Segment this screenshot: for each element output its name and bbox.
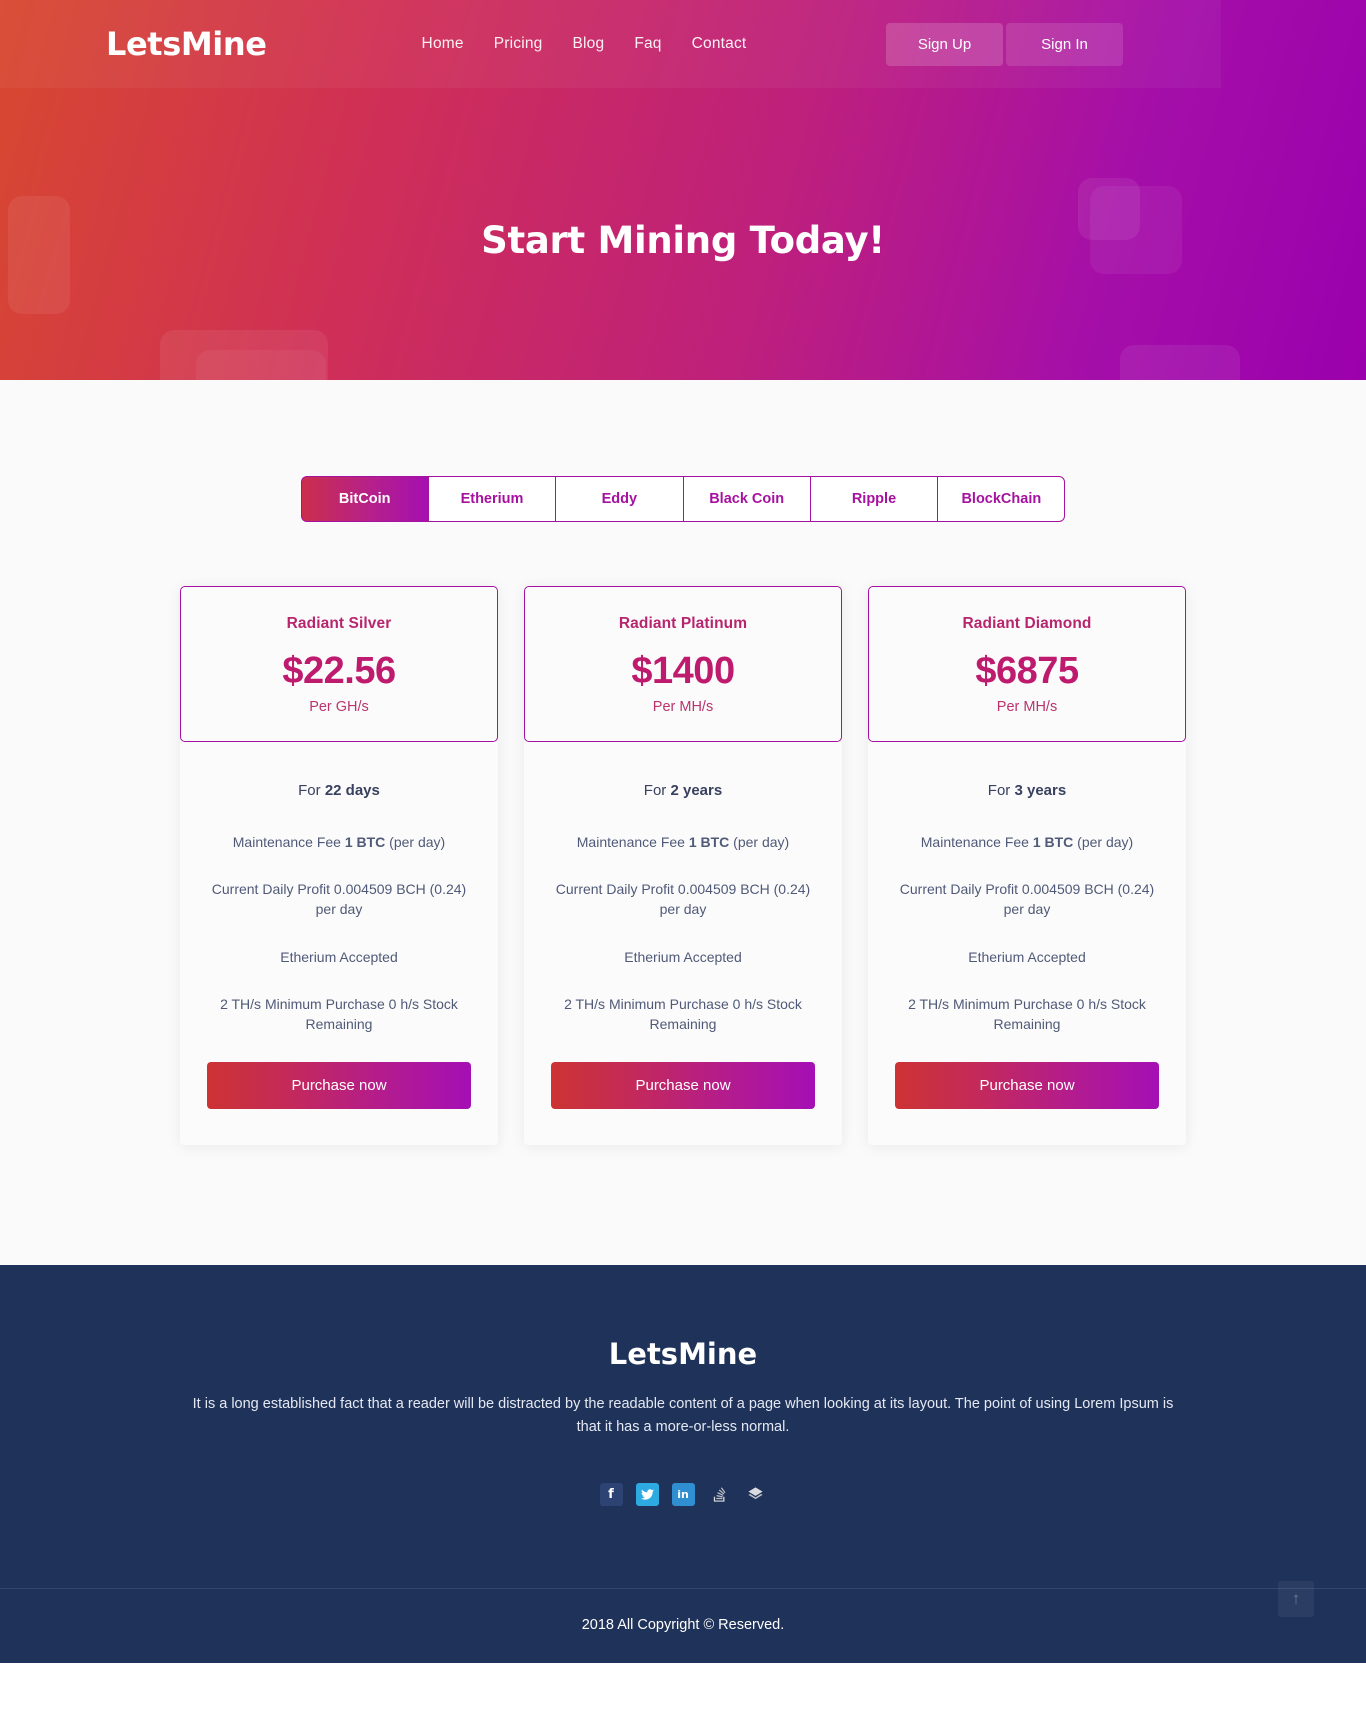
back-to-top-button[interactable]: ↑	[1278, 1580, 1314, 1617]
nav-item-faq[interactable]: Faq	[634, 35, 661, 53]
fee-suffix: (per day)	[385, 833, 446, 850]
plan-stock: 2 TH/s Minimum Purchase 0 h/s Stock Rema…	[220, 995, 458, 1033]
duration-prefix: For	[643, 782, 671, 799]
plan-accepted: Etherium Accepted	[968, 948, 1086, 965]
navbar: LetsMine Home Pricing Blog Faq Contact S…	[0, 0, 1221, 88]
fee-value: 1 BTC	[1032, 833, 1074, 850]
fee-prefix: Maintenance Fee	[576, 833, 689, 850]
footer-description: It is a long established fact that a rea…	[192, 1395, 1174, 1435]
plan-name: Radiant Silver	[286, 615, 392, 632]
tab-bitcoin[interactable]: BitCoin	[300, 476, 428, 522]
decorative-square	[160, 330, 328, 380]
duration-value: 3 years	[1014, 782, 1067, 799]
layers-glyph	[747, 1487, 763, 1500]
plan-price: $22.56	[282, 650, 396, 692]
pricing-cards: Radiant Silver $22.56 Per GH/s For 22 da…	[0, 586, 1366, 1145]
duration-prefix: For	[298, 782, 325, 799]
duration-prefix: For	[987, 782, 1015, 799]
decorative-square	[1120, 345, 1240, 380]
fee-prefix: Maintenance Fee	[232, 833, 345, 850]
plan-maintenance-fee: Maintenance Fee 1 BTC (per day)	[202, 832, 476, 852]
plan-price: $6875	[975, 650, 1079, 692]
twitter-icon[interactable]	[635, 1482, 659, 1506]
facebook-icon[interactable]: f	[599, 1482, 623, 1506]
dribbble-icon[interactable]	[744, 1483, 767, 1506]
plan-stock: 2 TH/s Minimum Purchase 0 h/s Stock Rema…	[908, 995, 1146, 1033]
nav-item-home[interactable]: Home	[422, 35, 464, 53]
card-body: For 3 years Maintenance Fee 1 BTC (per d…	[868, 742, 1186, 1035]
plan-daily-profit: Current Daily Profit 0.004509 BCH (0.24)…	[555, 881, 811, 918]
plan-price: $1400	[631, 650, 735, 692]
site-logo[interactable]: LetsMine	[106, 25, 267, 63]
fee-value: 1 BTC	[344, 833, 386, 850]
purchase-button[interactable]: Purchase now	[551, 1061, 815, 1109]
coin-tabs: BitCoin Etherium Eddy Black Coin Ripple …	[300, 476, 1066, 522]
plan-name: Radiant Diamond	[962, 615, 1092, 632]
card-body: For 2 years Maintenance Fee 1 BTC (per d…	[524, 742, 842, 1035]
card-header: Radiant Platinum $1400 Per MH/s	[524, 586, 842, 742]
footer-logo: LetsMine	[608, 1336, 758, 1371]
hero-title: Start Mining Today!	[481, 219, 885, 262]
card-header: Radiant Silver $22.56 Per GH/s	[180, 586, 498, 742]
pricing-card: Radiant Diamond $6875 Per MH/s For 3 yea…	[868, 586, 1186, 1145]
plan-accepted: Etherium Accepted	[624, 948, 742, 965]
social-links: f in	[0, 1482, 1366, 1506]
card-header: Radiant Diamond $6875 Per MH/s	[868, 586, 1186, 742]
nav-item-blog[interactable]: Blog	[572, 35, 604, 53]
tab-blockchain[interactable]: BlockChain	[937, 476, 1066, 522]
stack-overflow-glyph	[713, 1487, 726, 1502]
purchase-button[interactable]: Purchase now	[207, 1061, 471, 1109]
plan-maintenance-fee: Maintenance Fee 1 BTC (per day)	[546, 832, 820, 852]
plan-accepted: Etherium Accepted	[280, 948, 398, 965]
plan-daily-profit: Current Daily Profit 0.004509 BCH (0.24)…	[899, 881, 1155, 918]
linkedin-icon[interactable]: in	[671, 1482, 695, 1506]
plan-stock: 2 TH/s Minimum Purchase 0 h/s Stock Rema…	[564, 995, 802, 1033]
plan-duration: For 22 days	[202, 780, 476, 802]
plan-unit: Per MH/s	[996, 699, 1058, 715]
tab-etherium[interactable]: Etherium	[427, 476, 556, 522]
auth-buttons: Sign Up Sign In	[886, 22, 1123, 66]
twitter-bird-glyph	[640, 1489, 654, 1500]
sign-in-button[interactable]: Sign In	[1006, 22, 1123, 66]
fee-suffix: (per day)	[729, 833, 790, 850]
copyright-bar: 2018 All Copyright © Reserved.	[0, 1587, 1366, 1663]
plan-name: Radiant Platinum	[618, 615, 748, 632]
tab-ripple[interactable]: Ripple	[809, 476, 938, 522]
duration-value: 22 days	[324, 782, 380, 799]
fee-prefix: Maintenance Fee	[920, 833, 1033, 850]
plan-duration: For 3 years	[890, 780, 1164, 802]
tab-black-coin[interactable]: Black Coin	[682, 476, 810, 522]
tab-eddy[interactable]: Eddy	[555, 476, 683, 522]
pricing-card: Radiant Platinum $1400 Per MH/s For 2 ye…	[524, 586, 842, 1145]
card-body: For 22 days Maintenance Fee 1 BTC (per d…	[180, 742, 498, 1035]
nav-item-pricing[interactable]: Pricing	[494, 35, 543, 53]
plan-maintenance-fee: Maintenance Fee 1 BTC (per day)	[890, 832, 1164, 852]
duration-value: 2 years	[670, 782, 723, 799]
nav-item-contact[interactable]: Contact	[692, 35, 747, 53]
plan-unit: Per MH/s	[652, 699, 714, 715]
pricing-section: BitCoin Etherium Eddy Black Coin Ripple …	[0, 380, 1366, 1265]
plan-unit: Per GH/s	[309, 699, 369, 715]
plan-daily-profit: Current Daily Profit 0.004509 BCH (0.24)…	[211, 881, 467, 918]
footer: LetsMine It is a long established fact t…	[0, 1264, 1366, 1663]
plan-duration: For 2 years	[546, 780, 820, 802]
fee-value: 1 BTC	[688, 833, 730, 850]
main-navigation: Home Pricing Blog Faq Contact	[422, 35, 747, 53]
sign-up-button[interactable]: Sign Up	[886, 22, 1003, 66]
fee-suffix: (per day)	[1073, 833, 1134, 850]
stack-overflow-icon[interactable]	[708, 1483, 731, 1506]
pricing-card: Radiant Silver $22.56 Per GH/s For 22 da…	[180, 586, 498, 1145]
hero-section: LetsMine Home Pricing Blog Faq Contact S…	[0, 0, 1366, 380]
purchase-button[interactable]: Purchase now	[895, 1061, 1159, 1109]
